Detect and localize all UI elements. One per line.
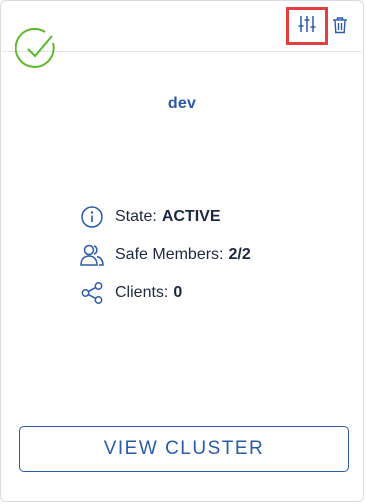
cluster-settings-button[interactable] xyxy=(286,7,328,45)
clients-label: Clients: xyxy=(115,284,169,301)
safe-members-label: Safe Members: xyxy=(115,246,224,263)
view-cluster-button[interactable]: VIEW CLUSTER xyxy=(19,426,349,472)
trash-icon xyxy=(332,16,348,39)
safe-members-row: Safe Members: 2/2 xyxy=(79,241,251,269)
cluster-card: dev State: ACTIVE Safe Members: 2/2 Clie… xyxy=(0,0,364,502)
users-icon xyxy=(79,242,105,268)
sliders-icon xyxy=(297,14,317,39)
state-row: State: ACTIVE xyxy=(79,203,220,231)
safe-members-value: 2/2 xyxy=(228,246,251,263)
clients-value: 0 xyxy=(173,284,183,301)
check-circle-icon xyxy=(14,27,67,79)
delete-cluster-button[interactable] xyxy=(329,13,351,41)
share-icon xyxy=(79,280,105,306)
state-value: ACTIVE xyxy=(161,208,221,225)
info-icon xyxy=(79,204,105,230)
clients-row: Clients: 0 xyxy=(79,279,182,307)
state-label: State: xyxy=(115,208,157,225)
cluster-name: dev xyxy=(167,95,197,112)
